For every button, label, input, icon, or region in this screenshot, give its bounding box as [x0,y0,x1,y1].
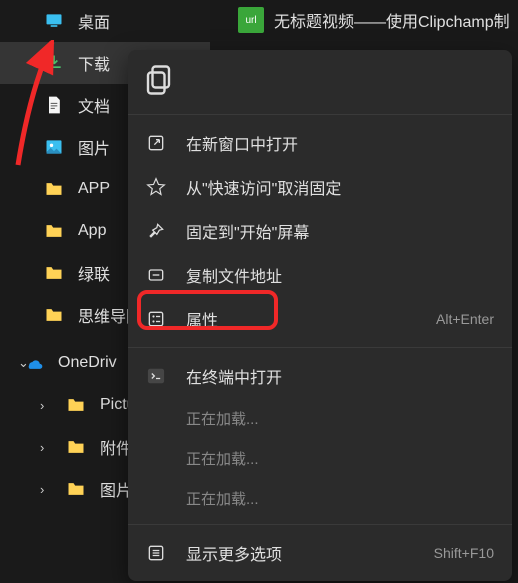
menu-item-pin-start[interactable]: 固定到"开始"屏幕 [128,209,512,253]
menu-item-unpin-quick-access[interactable]: 从"快速访问"取消固定 [128,165,512,209]
menu-divider [128,347,512,348]
menu-item-label: 显示更多选项 [186,541,414,565]
copy-icon[interactable] [142,62,178,98]
menu-item-label: 从"快速访问"取消固定 [186,175,494,199]
chevron-right-icon[interactable]: › [40,398,56,413]
menu-item-label: 复制文件地址 [186,263,494,287]
menu-item-label: 在新窗口中打开 [186,131,494,155]
video-thumbnail-icon: url [238,7,264,33]
pin-icon [146,221,166,241]
document-icon [44,95,64,115]
menu-item-shortcut: Shift+F10 [434,545,494,561]
menu-item-open-new-window[interactable]: 在新窗口中打开 [128,121,512,165]
menu-loading-1: 正在加载... [128,398,512,438]
picture-icon [44,137,64,157]
properties-icon [146,309,166,329]
chevron-right-icon[interactable]: › [40,440,56,455]
menu-item-show-more[interactable]: 显示更多选项 Shift+F10 [128,531,512,575]
menu-item-label: 固定到"开始"屏幕 [186,219,494,243]
menu-item-shortcut: Alt+Enter [436,311,494,327]
folder-icon [66,395,86,415]
menu-loading-2: 正在加载... [128,438,512,478]
sidebar-item-label: 下载 [78,51,110,75]
sidebar-item-label: 桌面 [78,9,110,33]
open-window-icon [146,133,166,153]
chevron-down-icon[interactable]: ⌄ [18,355,34,371]
folder-icon [44,221,64,241]
folder-icon [44,179,64,199]
file-row[interactable]: url 无标题视频——使用Clipchamp制 [210,0,518,40]
more-options-icon [146,543,166,563]
menu-item-label: 属性 [186,307,416,331]
copy-path-icon [146,265,166,285]
chevron-right-icon[interactable]: › [40,482,56,497]
menu-divider [128,114,512,115]
context-menu: 在新窗口中打开 从"快速访问"取消固定 固定到"开始"屏幕 复制文件地址 属性 … [128,50,512,581]
terminal-icon [146,366,166,386]
folder-icon [66,437,86,457]
folder-icon [44,305,64,325]
menu-quick-actions [128,56,512,108]
desktop-icon [44,11,64,31]
menu-item-copy-path[interactable]: 复制文件地址 [128,253,512,297]
menu-divider [128,524,512,525]
sidebar-item-label: OneDriv [58,354,117,372]
sidebar-item-label: 图片 [78,135,110,159]
sidebar-item-label: 绿联 [78,261,110,285]
sidebar-item-desktop[interactable]: 桌面 [0,0,210,42]
sidebar-item-label: APP [78,180,110,198]
menu-loading-3: 正在加载... [128,478,512,518]
menu-item-properties[interactable]: 属性 Alt+Enter [128,297,512,341]
file-name: 无标题视频——使用Clipchamp制 [274,8,510,32]
folder-icon [44,263,64,283]
sidebar-item-label: 文档 [78,93,110,117]
menu-item-open-terminal[interactable]: 在终端中打开 [128,354,512,398]
folder-icon [66,479,86,499]
menu-item-label: 在终端中打开 [186,364,494,388]
unpin-icon [146,177,166,197]
sidebar-item-label: App [78,222,106,240]
download-icon [44,53,64,73]
